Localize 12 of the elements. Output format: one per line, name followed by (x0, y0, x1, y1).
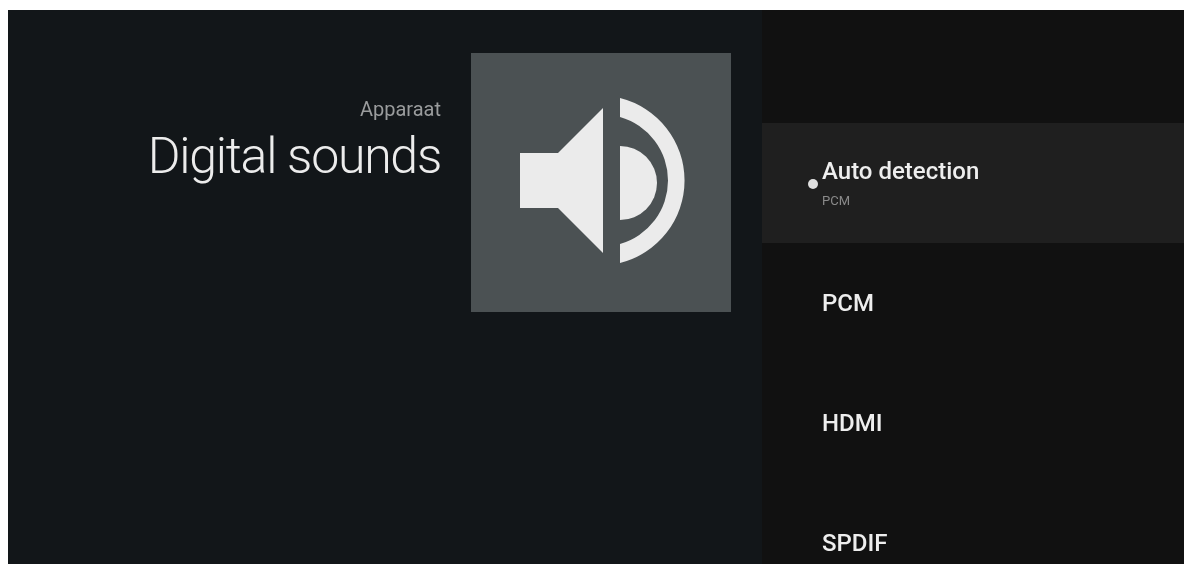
option-item[interactable]: PCM (762, 243, 1184, 363)
speaker-icon (471, 53, 731, 312)
option-item[interactable]: HDMI (762, 363, 1184, 483)
option-item[interactable]: Auto detection PCM (762, 123, 1184, 243)
option-item[interactable]: SPDIF (762, 483, 1184, 564)
option-summary: PCM (822, 192, 851, 210)
breadcrumb: Apparaat (359, 97, 441, 121)
option-label: PCM (822, 288, 874, 318)
option-label: HDMI (822, 408, 883, 438)
option-label: Auto detection (822, 156, 980, 186)
page-title: Digital sounds (147, 126, 441, 186)
option-label: SPDIF (822, 528, 888, 558)
